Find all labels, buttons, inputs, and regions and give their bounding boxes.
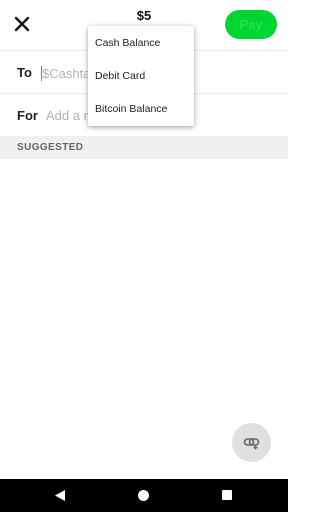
pay-button[interactable]: Pay [225, 10, 277, 39]
menu-item-debit-card[interactable]: Debit Card [88, 60, 194, 93]
suggested-header-label: SUGGESTED [17, 142, 84, 153]
share-link-button[interactable] [232, 423, 271, 462]
to-label: To [17, 65, 32, 80]
back-triangle-icon[interactable] [54, 489, 66, 502]
link-share-icon [243, 438, 260, 450]
funding-source-menu: Cash Balance Debit Card Bitcoin Balance [88, 26, 194, 126]
android-nav-bar [0, 479, 288, 512]
recents-square-icon[interactable] [222, 490, 232, 500]
text-cursor [41, 66, 42, 81]
for-label: For [17, 108, 38, 123]
home-circle-icon[interactable] [138, 490, 149, 501]
suggested-section-header: SUGGESTED [0, 136, 288, 159]
menu-item-cash-balance[interactable]: Cash Balance [88, 27, 194, 60]
menu-item-bitcoin-balance[interactable]: Bitcoin Balance [88, 93, 194, 126]
